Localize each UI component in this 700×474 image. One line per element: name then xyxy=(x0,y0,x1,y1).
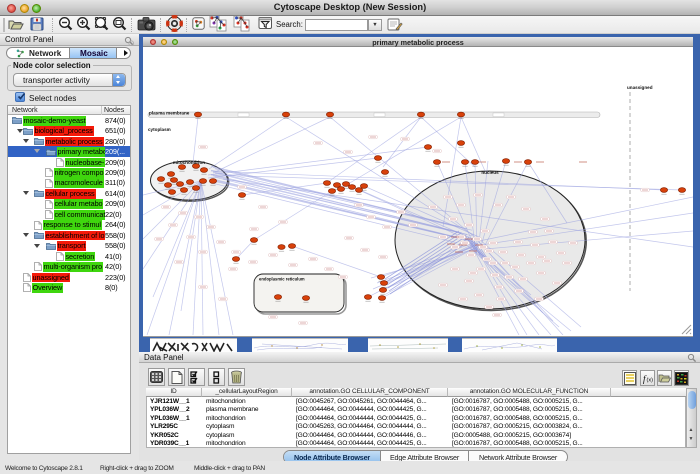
svg-text:unassigned: unassigned xyxy=(627,85,653,90)
svg-text:plasma membrane: plasma membrane xyxy=(149,111,190,116)
svg-text:nucleus: nucleus xyxy=(481,170,499,175)
svg-text:(x): (x) xyxy=(646,377,653,383)
svg-text:endoplasmic reticulum: endoplasmic reticulum xyxy=(259,277,305,282)
svg-text:mitochondrion: mitochondrion xyxy=(173,160,205,165)
svg-text:cytoplasm: cytoplasm xyxy=(148,127,171,132)
